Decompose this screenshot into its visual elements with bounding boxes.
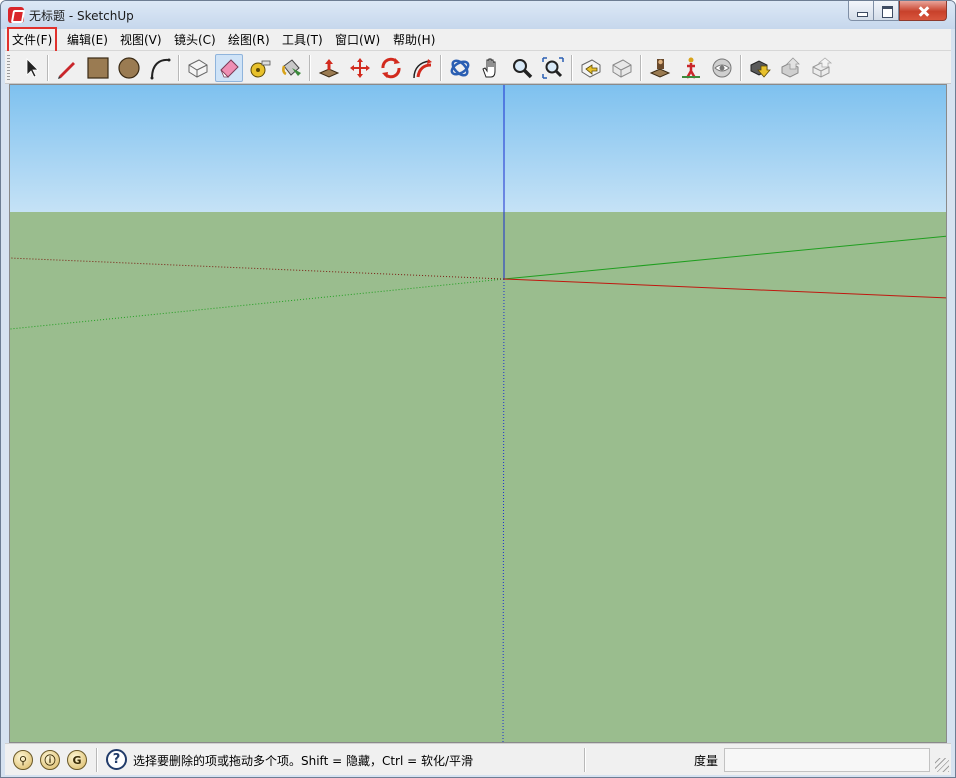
toolbar — [5, 51, 951, 84]
get-models-icon[interactable] — [746, 54, 774, 82]
zoom-icon[interactable] — [508, 54, 536, 82]
measurements-label: 度量 — [694, 754, 719, 768]
share-model-icon[interactable] — [777, 54, 805, 82]
move-icon[interactable] — [346, 54, 374, 82]
rectangle-icon[interactable] — [84, 54, 112, 82]
green-axis — [503, 235, 946, 280]
paint-bucket-icon[interactable] — [277, 54, 305, 82]
close-icon[interactable] — [899, 1, 947, 21]
orbit-icon[interactable] — [446, 54, 474, 82]
eraser-icon[interactable] — [215, 54, 243, 82]
walk-icon[interactable] — [677, 54, 705, 82]
green-axis-negative — [10, 278, 505, 330]
circle-icon[interactable] — [115, 54, 143, 82]
minimize-icon[interactable] — [848, 1, 874, 21]
status-separator — [584, 748, 586, 772]
account-icon[interactable]: G — [67, 750, 87, 770]
red-axis — [503, 278, 946, 299]
rotate-icon[interactable] — [377, 54, 405, 82]
previous-view-icon[interactable] — [577, 54, 605, 82]
title-bar[interactable]: 无标题 - SketchUp — [1, 1, 955, 29]
help-icon[interactable]: ? — [106, 749, 127, 770]
menu-view[interactable]: 视图(V) — [117, 29, 165, 51]
menu-help[interactable]: 帮助(H) — [390, 29, 438, 51]
blue-axis-negative — [502, 278, 505, 742]
geo-location-icon[interactable]: ⚲ — [13, 750, 33, 770]
menu-camera[interactable]: 镜头(C) — [171, 29, 219, 51]
toolbar-separator — [571, 55, 573, 81]
resize-grip[interactable] — [935, 758, 949, 772]
menu-draw[interactable]: 绘图(R) — [225, 29, 273, 51]
tape-measure-icon[interactable] — [246, 54, 274, 82]
pencil-icon[interactable] — [53, 54, 81, 82]
menu-file[interactable]: 文件(F) — [6, 27, 58, 53]
select-icon[interactable] — [17, 54, 45, 82]
zoom-extents-icon[interactable] — [539, 54, 567, 82]
menu-tools[interactable]: 工具(T) — [279, 29, 326, 51]
next-view-icon[interactable] — [608, 54, 636, 82]
pan-icon[interactable] — [477, 54, 505, 82]
look-around-icon[interactable] — [708, 54, 736, 82]
drawing-area[interactable] — [9, 84, 947, 743]
toolbar-separator — [47, 55, 49, 81]
window-title: 无标题 - SketchUp — [29, 9, 134, 23]
red-axis-negative — [10, 257, 505, 280]
menu-window[interactable]: 窗口(W) — [332, 29, 383, 51]
sketchup-window: 无标题 - SketchUp 文件(F) 编辑(E) 视图(V) 镜头(C) 绘… — [0, 0, 956, 778]
follow-me-icon[interactable] — [408, 54, 436, 82]
toolbar-separator — [740, 55, 742, 81]
make-component-icon[interactable] — [184, 54, 212, 82]
position-camera-icon[interactable] — [646, 54, 674, 82]
toolbar-separator — [309, 55, 311, 81]
toolbar-separator — [640, 55, 642, 81]
toolbar-separator — [440, 55, 442, 81]
credits-icon[interactable]: ⓘ — [40, 750, 60, 770]
maximize-icon[interactable] — [873, 1, 899, 21]
arc-icon[interactable] — [146, 54, 174, 82]
drawing-axes — [10, 85, 946, 742]
status-bar: ⚲ ⓘ G ? 选择要删除的项或拖动多个项。Shift = 隐藏，Ctrl = … — [5, 743, 951, 775]
menu-edit[interactable]: 编辑(E) — [64, 29, 111, 51]
sketchup-icon[interactable] — [8, 7, 24, 23]
push-pull-icon[interactable] — [315, 54, 343, 82]
toolbar-grip[interactable] — [7, 55, 10, 81]
toolbar-separator — [178, 55, 180, 81]
measurements-input[interactable] — [724, 748, 930, 772]
menu-bar: 文件(F) 编辑(E) 视图(V) 镜头(C) 绘图(R) 工具(T) 窗口(W… — [5, 27, 951, 53]
status-separator — [96, 748, 98, 772]
status-message: 选择要删除的项或拖动多个项。Shift = 隐藏，Ctrl = 软化/平滑 — [133, 754, 474, 768]
share-component-icon[interactable] — [808, 54, 836, 82]
